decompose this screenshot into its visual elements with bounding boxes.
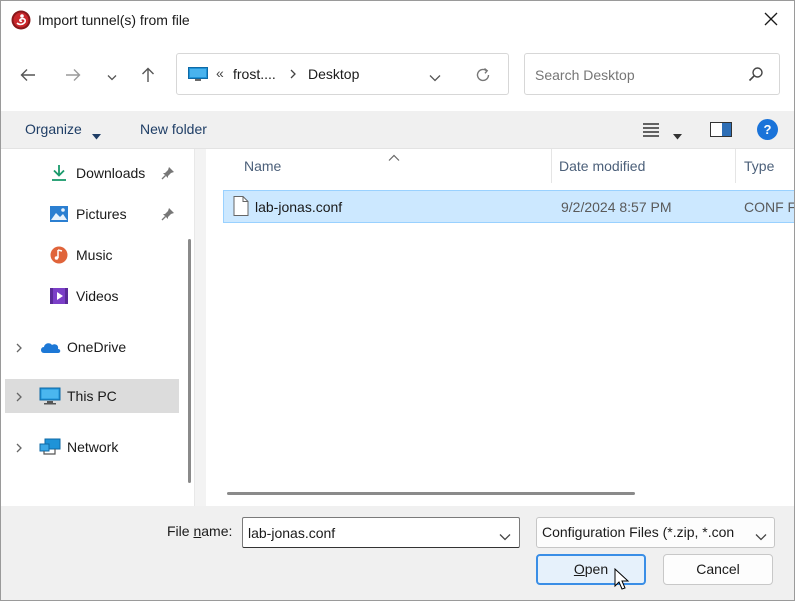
- computer-icon: [39, 387, 61, 405]
- sidebar-item-label: Videos: [76, 288, 119, 304]
- file-name-field[interactable]: [242, 517, 520, 548]
- sidebar-item-label: Downloads: [76, 165, 146, 181]
- recent-locations-button[interactable]: [98, 62, 126, 90]
- sidebar-item-label: Pictures: [76, 206, 127, 222]
- music-icon: [49, 246, 69, 264]
- file-type-value: Configuration Files (*.zip, *.con: [542, 524, 735, 540]
- sidebar-item-label: This PC: [67, 388, 117, 404]
- wireguard-app-icon: [11, 10, 31, 30]
- forward-button[interactable]: [59, 62, 87, 90]
- cancel-button[interactable]: Cancel: [663, 554, 773, 585]
- file-name-cell: lab-jonas.conf: [255, 199, 343, 215]
- address-separator-icon[interactable]: [289, 67, 297, 83]
- search-icon[interactable]: [748, 66, 764, 85]
- table-row[interactable]: lab-jonas.conf 9/2/2024 8:57 PM CONF F: [223, 190, 794, 223]
- sidebar-item-videos[interactable]: Videos: [5, 279, 179, 313]
- navigation-bar: « frost.... Desktop: [1, 39, 794, 111]
- network-icon: [39, 438, 61, 456]
- title-bar: Import tunnel(s) from file: [1, 1, 794, 39]
- navigation-pane: Downloads Pictures Music Videos OneDrive…: [1, 149, 195, 506]
- address-segment-user[interactable]: frost....: [233, 66, 276, 82]
- close-button[interactable]: [748, 1, 794, 39]
- chevron-down-icon[interactable]: [499, 528, 511, 544]
- computer-icon: [188, 67, 208, 82]
- help-icon[interactable]: ?: [757, 119, 778, 140]
- file-type-select[interactable]: Configuration Files (*.zip, *.con: [536, 517, 775, 548]
- file-type-cell: CONF F: [744, 199, 794, 215]
- file-name-input[interactable]: [248, 524, 488, 542]
- view-options-icon[interactable]: [642, 121, 660, 140]
- sidebar-item-onedrive[interactable]: OneDrive: [5, 330, 179, 364]
- close-icon: [764, 12, 778, 29]
- file-icon: [233, 196, 249, 219]
- videos-icon: [49, 287, 69, 305]
- button-accesskey: O: [573, 561, 585, 577]
- column-header-row: Name Date modified Type: [206, 149, 794, 184]
- refresh-icon[interactable]: [474, 66, 492, 87]
- column-divider[interactable]: [551, 149, 552, 183]
- new-folder-button[interactable]: New folder: [140, 121, 207, 137]
- caret-down-icon[interactable]: [673, 127, 682, 143]
- column-divider[interactable]: [735, 149, 736, 183]
- address-bar[interactable]: « frost.... Desktop: [176, 53, 509, 95]
- label-part: File: [167, 523, 194, 539]
- search-input[interactable]: [535, 65, 735, 85]
- column-header-name[interactable]: Name: [244, 158, 281, 174]
- file-date-cell: 9/2/2024 8:57 PM: [561, 199, 672, 215]
- download-icon: [49, 164, 69, 182]
- import-dialog: Import tunnel(s) from file « frost.... D…: [0, 0, 795, 601]
- vertical-scrollbar[interactable]: [188, 239, 191, 483]
- file-list: Name Date modified Type lab-jonas.conf 9…: [206, 149, 794, 506]
- address-segment-desktop[interactable]: Desktop: [308, 66, 359, 82]
- chevron-right-icon[interactable]: [15, 441, 23, 457]
- command-bar: Organize New folder ?: [1, 111, 794, 149]
- horizontal-scrollbar[interactable]: [227, 492, 635, 495]
- preview-pane-icon[interactable]: [710, 122, 732, 140]
- cloud-icon: [39, 338, 61, 356]
- sidebar-item-network[interactable]: Network: [5, 430, 179, 464]
- pin-icon[interactable]: [161, 166, 175, 183]
- window-title: Import tunnel(s) from file: [38, 12, 190, 28]
- chevron-right-icon[interactable]: [15, 341, 23, 357]
- sidebar-item-label: Music: [76, 247, 113, 263]
- back-button[interactable]: [14, 62, 42, 90]
- sidebar-item-label: Network: [67, 439, 119, 455]
- chevron-down-icon[interactable]: [755, 528, 767, 544]
- arrow-right-icon: [65, 68, 81, 85]
- sidebar-item-pictures[interactable]: Pictures: [5, 197, 179, 231]
- sort-ascending-icon: [388, 149, 400, 165]
- sidebar-item-this-pc[interactable]: This PC: [5, 379, 179, 413]
- up-button[interactable]: [134, 62, 162, 90]
- button-label: pen: [584, 561, 609, 577]
- column-header-type[interactable]: Type: [744, 158, 774, 174]
- file-name-label: File name:: [167, 523, 232, 539]
- sidebar-item-music[interactable]: Music: [5, 238, 179, 272]
- search-box[interactable]: [524, 53, 780, 95]
- label-part: ame:: [201, 523, 233, 539]
- dialog-footer: File name: Configuration Files (*.zip, *…: [1, 506, 794, 600]
- pictures-icon: [49, 205, 69, 223]
- caret-down-icon[interactable]: [92, 127, 101, 143]
- arrow-left-icon: [20, 68, 36, 85]
- organize-button[interactable]: Organize: [25, 121, 82, 137]
- chevron-down-icon[interactable]: [429, 69, 441, 85]
- chevron-down-icon: [107, 68, 117, 84]
- mouse-cursor-icon: [614, 567, 630, 595]
- chevron-right-icon[interactable]: [15, 390, 23, 406]
- sidebar-item-downloads[interactable]: Downloads: [5, 156, 179, 190]
- column-header-date[interactable]: Date modified: [559, 158, 645, 174]
- sidebar-item-label: OneDrive: [67, 339, 127, 355]
- address-overflow[interactable]: «: [216, 65, 224, 81]
- pin-icon[interactable]: [161, 207, 175, 224]
- arrow-up-icon: [141, 67, 155, 86]
